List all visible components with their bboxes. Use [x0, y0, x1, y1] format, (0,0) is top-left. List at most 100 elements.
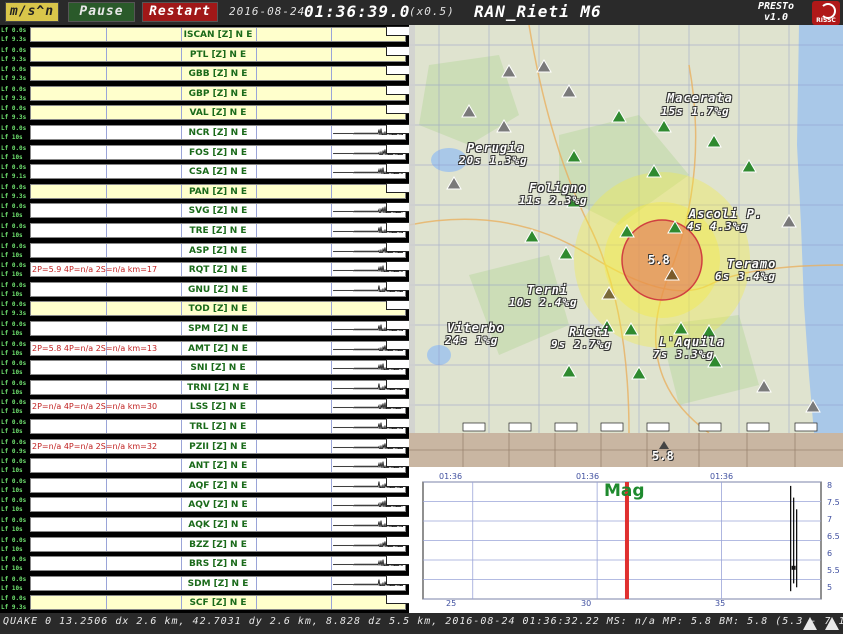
waveform-trace[interactable]: PTL [Z] N E: [30, 47, 406, 62]
bottom-tick-30: 30: [581, 599, 592, 608]
station-row[interactable]: Lf 0.0s Lf 9.3s GBP [Z] N E: [0, 84, 410, 104]
pick-info: 2P=n/a 4P=n/a 2S=n/a km=32: [32, 442, 158, 451]
station-row[interactable]: Lf 0.0s Lf 10s SPM [Z] N E: [0, 319, 410, 339]
waveform-trace[interactable]: AMT [Z] N E 2P=5.8 4P=n/a 2S=n/a km=13: [30, 341, 406, 356]
station-row[interactable]: Lf 0.0s Lf 0.9s PZII [Z] N E 2P=n/a 4P=n/a …: [0, 437, 410, 457]
logo-text: RISSC: [816, 17, 836, 24]
row-time-tag: [386, 242, 410, 252]
station-label: SCF [Z] N E: [189, 598, 247, 608]
pause-button[interactable]: Pause: [68, 2, 135, 22]
gain-label: Lf 0.0s Lf 10s: [1, 536, 29, 554]
station-row[interactable]: Lf 0.0s Lf 10s GNU [Z] N E: [0, 280, 410, 300]
pick-info: 2P=5.8 4P=n/a 2S=n/a km=13: [32, 344, 158, 353]
row-time-tag: [386, 202, 410, 212]
units-button[interactable]: m/s^n: [5, 2, 59, 22]
waveform-trace[interactable]: SNI [Z] N E: [30, 360, 406, 375]
row-time-tag: [386, 340, 410, 350]
gain-label: Lf 0.0s Lf 9.3s: [1, 104, 29, 122]
gain-line-2: Lf 10s: [1, 389, 23, 396]
station-row[interactable]: Lf 0.0s Lf 10s SNI [Z] N E: [0, 358, 410, 378]
gain-label: Lf 0.0s Lf 9.3s: [1, 594, 29, 612]
waveform-trace[interactable]: FOS [Z] N E: [30, 145, 406, 160]
station-row[interactable]: Lf 0.0s Lf 9.3s GBB [Z] N E: [0, 64, 410, 84]
alert-icon[interactable]: [825, 617, 839, 630]
gain-line-1: Lf 0.0s: [1, 537, 27, 544]
waveform-trace[interactable]: TRL [Z] N E: [30, 419, 406, 434]
waveform-trace[interactable]: CSA [Z] N E: [30, 164, 406, 179]
gain-line-2: Lf 10s: [1, 506, 23, 513]
intensity-macerata: 15s 1.7%g: [661, 105, 730, 118]
station-row[interactable]: Lf 0.0s Lf 9.3s SCF [Z] N E: [0, 593, 410, 613]
station-row[interactable]: Lf 0.0s Lf 10s LSS [Z] N E 2P=n/a 4P=n/a 2S…: [0, 397, 410, 417]
restart-button[interactable]: Restart: [142, 2, 218, 22]
station-row[interactable]: Lf 0.0s Lf 10s SVG [Z] N E: [0, 201, 410, 221]
waveform-trace[interactable]: AQK [Z] N E: [30, 517, 406, 532]
waveform-trace[interactable]: ASP [Z] N E: [30, 243, 406, 258]
station-label: ISCAN [Z] N E: [183, 30, 253, 40]
gain-line-2: Lf 10s: [1, 271, 23, 278]
station-row[interactable]: Lf 0.0s Lf 9.3s VAL [Z] N E: [0, 103, 410, 123]
station-row[interactable]: Lf 0.0s Lf 10s AQF [Z] N E: [0, 476, 410, 496]
station-row[interactable]: Lf 0.0s Lf 10s SDM [Z] N E: [0, 574, 410, 594]
waveform-trace[interactable]: AQF [Z] N E: [30, 478, 406, 493]
gain-line-1: Lf 0.0s: [1, 380, 27, 387]
waveform-trace[interactable]: SVG [Z] N E: [30, 203, 406, 218]
gain-line-1: Lf 0.0s: [1, 458, 27, 465]
station-row[interactable]: Lf 0.0s Lf 10s AMT [Z] N E 2P=5.8 4P=n/a 2S…: [0, 339, 410, 359]
magnitude-point: [791, 565, 796, 570]
waveform-trace[interactable]: TOD [Z] N E: [30, 301, 406, 316]
station-row[interactable]: Lf 0.0s Lf 10s TRL [Z] N E: [0, 417, 410, 437]
waveform-trace[interactable]: VAL [Z] N E: [30, 105, 406, 120]
station-label: VAL [Z] N E: [189, 108, 247, 118]
map-view[interactable]: 5.8 Macerata 15s 1.7%g Perugia 20s 1.3%g…: [409, 25, 843, 433]
waveform-trace[interactable]: SDM [Z] N E: [30, 576, 406, 591]
event-label: RAN_Rieti M6: [474, 2, 602, 21]
station-row[interactable]: Lf 0.0s Lf 9.3s PAN [Z] N E: [0, 182, 410, 202]
waveform-trace[interactable]: GBP [Z] N E: [30, 86, 406, 101]
waveform-trace[interactable]: BRS [Z] N E: [30, 556, 406, 571]
station-row[interactable]: Lf 0.0s Lf 9.1s CSA [Z] N E: [0, 162, 410, 182]
waveform-trace[interactable]: SCF [Z] N E: [30, 595, 406, 610]
station-row[interactable]: Lf 0.0s Lf 10s ANT [Z] N E: [0, 456, 410, 476]
gain-line-2: Lf 10s: [1, 369, 23, 376]
gain-label: Lf 0.0s Lf 10s: [1, 379, 29, 397]
station-row[interactable]: Lf 0.0s Lf 10s TRNI [Z] N E: [0, 378, 410, 398]
waveform-trace[interactable]: PAN [Z] N E: [30, 184, 406, 199]
station-label: GBP [Z] N E: [188, 89, 248, 99]
gain-line-1: Lf 0.0s: [1, 301, 27, 308]
station-row[interactable]: Lf 0.0s Lf 10s BRS [Z] N E: [0, 554, 410, 574]
waveform-trace[interactable]: LSS [Z] N E 2P=n/a 4P=n/a 2S=n/a km=30: [30, 399, 406, 414]
station-row[interactable]: Lf 0.0s Lf 9.3s ISCAN [Z] N E: [0, 25, 410, 45]
waveform-trace[interactable]: GBB [Z] N E: [30, 66, 406, 81]
station-row[interactable]: Lf 0.0s Lf 10s ASP [Z] N E: [0, 241, 410, 261]
waveform-trace[interactable]: GNU [Z] N E: [30, 282, 406, 297]
row-time-tag: [386, 65, 410, 75]
timeline-strip[interactable]: 5.8: [409, 433, 843, 467]
station-row[interactable]: Lf 0.0s Lf 10s AQV [Z] N E: [0, 495, 410, 515]
waveform-trace[interactable]: ISCAN [Z] N E: [30, 27, 406, 42]
station-row[interactable]: Lf 0.0s Lf 10s AQK [Z] N E: [0, 515, 410, 535]
waveform-trace[interactable]: PZII [Z] N E 2P=n/a 4P=n/a 2S=n/a km=32: [30, 439, 406, 454]
station-row[interactable]: Lf 0.0s Lf 9.3s TOD [Z] N E: [0, 299, 410, 319]
waveform-trace[interactable]: BZZ [Z] N E: [30, 537, 406, 552]
waveform-trace[interactable]: RQT [Z] N E 2P=5.9 4P=n/a 2S=n/a km=17: [30, 262, 406, 277]
station-row[interactable]: Lf 0.0s Lf 10s NCR [Z] N E: [0, 123, 410, 143]
station-row[interactable]: Lf 0.0s Lf 9.3s PTL [Z] N E: [0, 45, 410, 65]
gain-line-2: Lf 9.1s: [1, 173, 27, 180]
gain-label: Lf 0.0s Lf 10s: [1, 261, 29, 279]
waveform-trace[interactable]: ANT [Z] N E: [30, 458, 406, 473]
warning-icon[interactable]: [802, 617, 817, 630]
row-time-tag: [386, 379, 410, 389]
station-row[interactable]: Lf 0.0s Lf 10s RQT [Z] N E 2P=5.9 4P=n/a 2S…: [0, 260, 410, 280]
waveform-trace[interactable]: TRE [Z] N E: [30, 223, 406, 238]
waveform-trace[interactable]: SPM [Z] N E: [30, 321, 406, 336]
bottom-tick-25: 25: [446, 599, 457, 608]
row-time-tag: [386, 594, 410, 604]
station-row[interactable]: Lf 0.0s Lf 10s FOS [Z] N E: [0, 143, 410, 163]
station-row[interactable]: Lf 0.0s Lf 10s BZZ [Z] N E: [0, 535, 410, 555]
waveform-trace[interactable]: AQV [Z] N E: [30, 497, 406, 512]
timeline-magnitude: 5.8: [652, 449, 674, 463]
station-row[interactable]: Lf 0.0s Lf 10s TRE [Z] N E: [0, 221, 410, 241]
waveform-trace[interactable]: NCR [Z] N E: [30, 125, 406, 140]
waveform-trace[interactable]: TRNI [Z] N E: [30, 380, 406, 395]
